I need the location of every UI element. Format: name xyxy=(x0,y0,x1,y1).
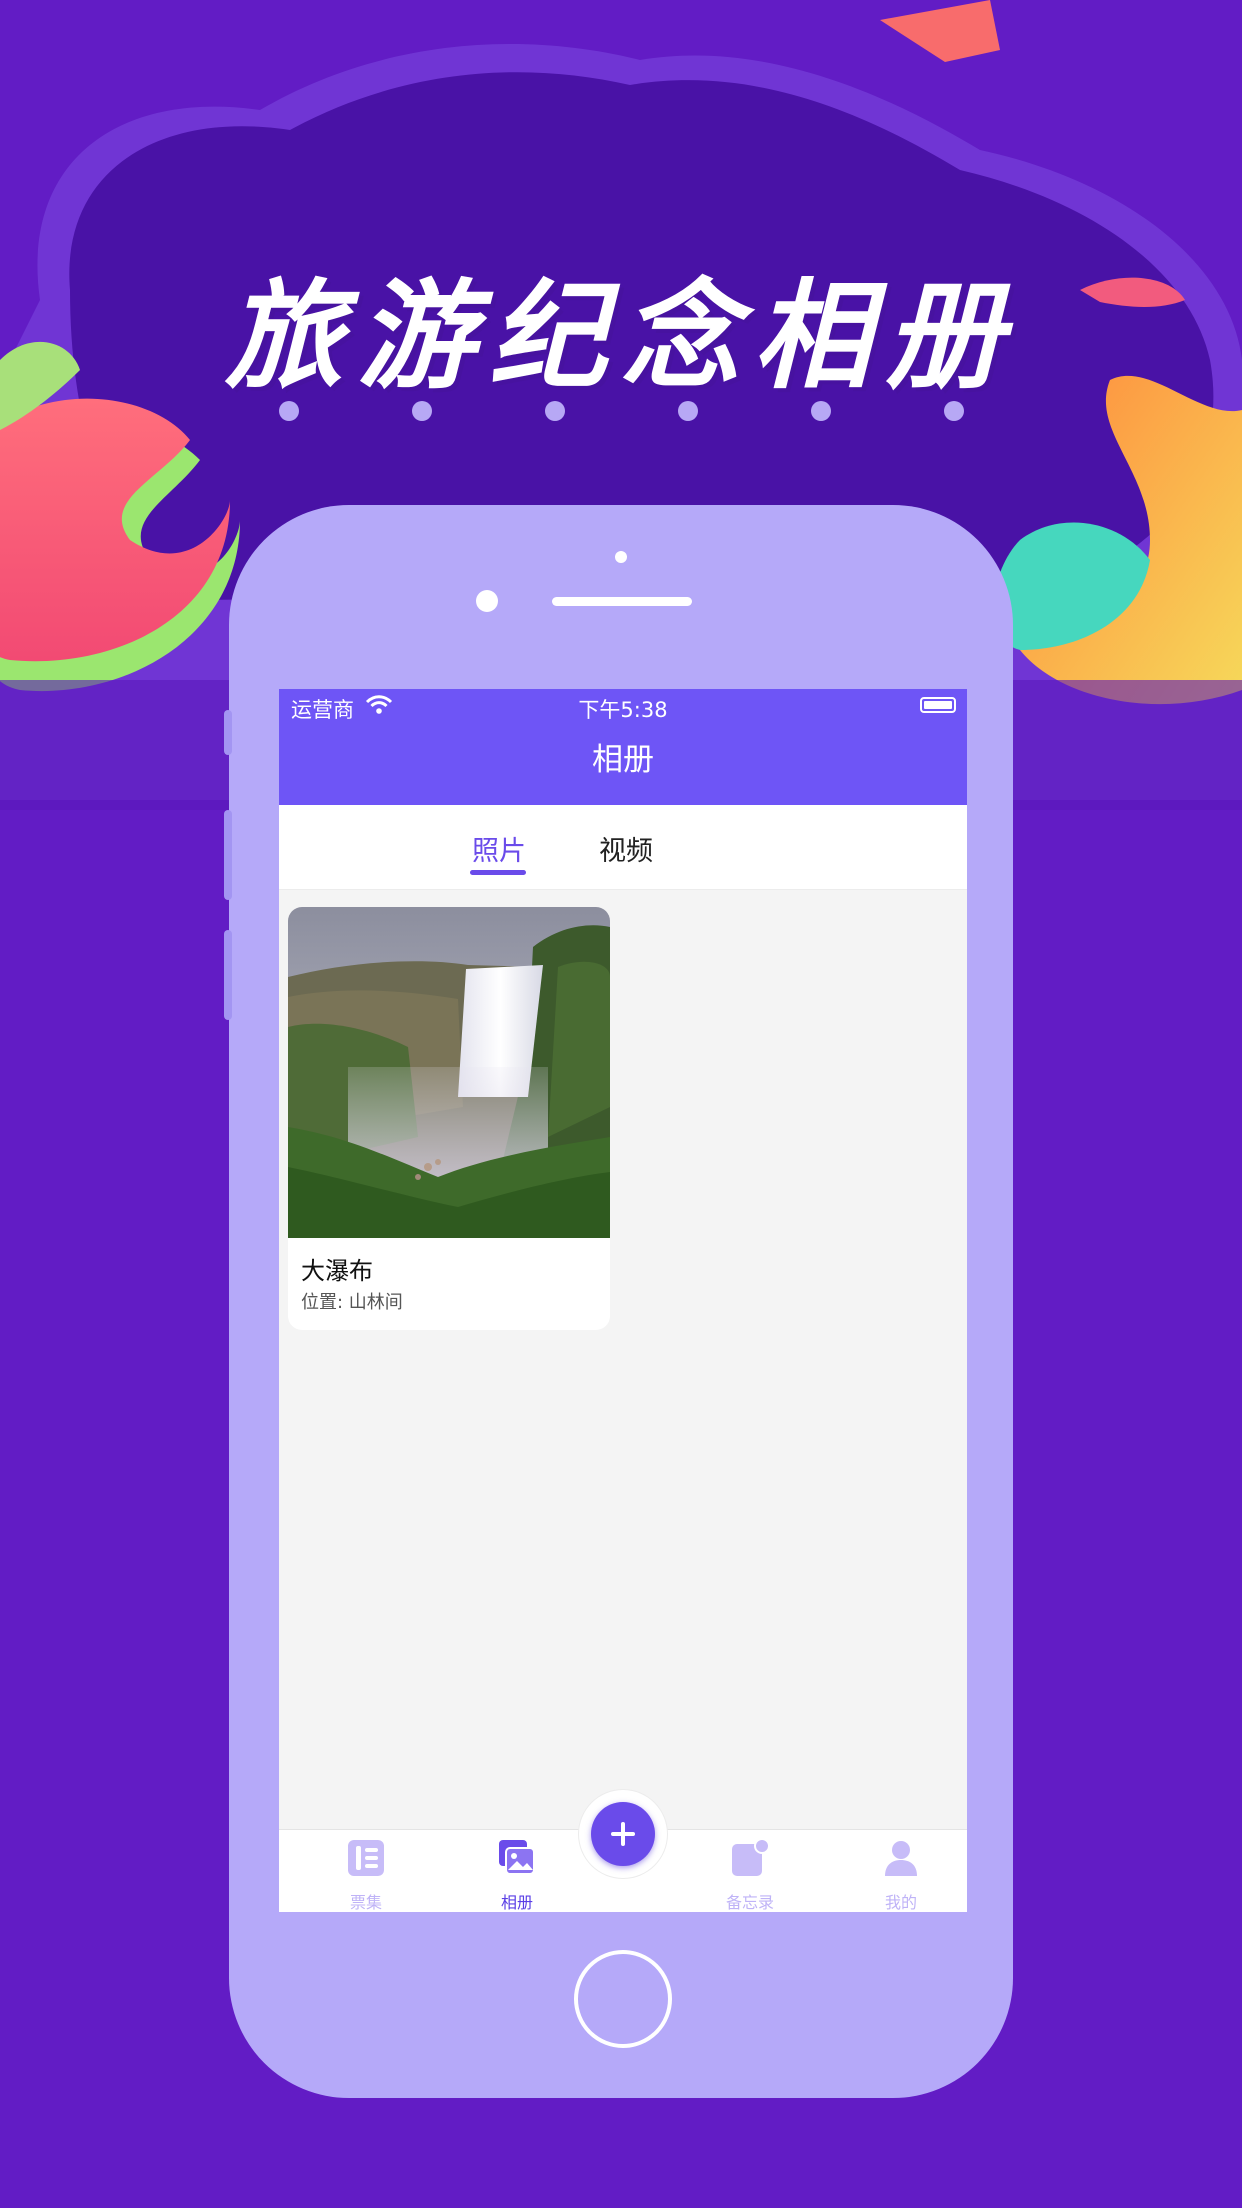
phone-screen: 运营商 下午5:38 相册 照片 视频 大瀑布 位置: 山林间 票集 相册 备忘… xyxy=(279,689,967,1912)
phone-front-camera xyxy=(476,590,498,612)
plus-icon xyxy=(611,1822,635,1846)
tabbar-item-album[interactable]: 相册 xyxy=(462,1830,572,1912)
tab-videos[interactable]: 视频 xyxy=(566,829,686,868)
title-dot xyxy=(677,401,698,421)
tabbar-item-memo[interactable]: 备忘录 xyxy=(695,1830,805,1912)
tabbar-label-memo: 备忘录 xyxy=(725,1893,774,1912)
tabbar-item-profile[interactable]: 我的 xyxy=(846,1830,956,1912)
tabbar-label-album: 相册 xyxy=(500,1893,533,1912)
tab-photos[interactable]: 照片 xyxy=(439,829,559,868)
tabbar-item-tickets[interactable]: 票集 xyxy=(311,1830,421,1912)
tabbar-label-profile: 我的 xyxy=(884,1893,917,1912)
album-item-location: 位置: 山林间 xyxy=(301,1292,403,1313)
title-dot xyxy=(278,401,299,421)
status-bar: 运营商 下午5:38 xyxy=(279,689,967,723)
title-dot xyxy=(544,401,565,421)
phone-sensor xyxy=(615,551,627,563)
title-dot xyxy=(411,401,432,421)
add-button[interactable] xyxy=(591,1802,655,1866)
title-dots xyxy=(0,401,1242,421)
phone-home-button xyxy=(574,1950,672,2048)
phone-volume-up xyxy=(224,810,232,900)
tabbar-label-tickets: 票集 xyxy=(349,1893,382,1912)
phone-speaker xyxy=(552,597,692,606)
phone-volume-down xyxy=(224,930,232,1020)
promo-title: 旅游纪念相册 xyxy=(224,266,1017,405)
waterfall-photo xyxy=(288,907,610,1238)
album-icon xyxy=(499,1840,535,1875)
segment-control: 照片 视频 xyxy=(279,805,967,890)
title-dot xyxy=(810,401,831,421)
battery-icon xyxy=(920,697,956,713)
album-item-title: 大瀑布 xyxy=(301,1257,373,1285)
status-time: 下午5:38 xyxy=(578,698,668,722)
nav-title: 相册 xyxy=(279,723,967,805)
memo-icon xyxy=(732,1838,770,1876)
profile-icon xyxy=(885,1841,917,1876)
album-card[interactable]: 大瀑布 位置: 山林间 xyxy=(288,907,610,1330)
title-dot xyxy=(943,401,964,421)
ticket-icon xyxy=(348,1840,384,1876)
phone-mute-switch xyxy=(224,710,232,755)
tab-photos-indicator xyxy=(470,870,526,875)
